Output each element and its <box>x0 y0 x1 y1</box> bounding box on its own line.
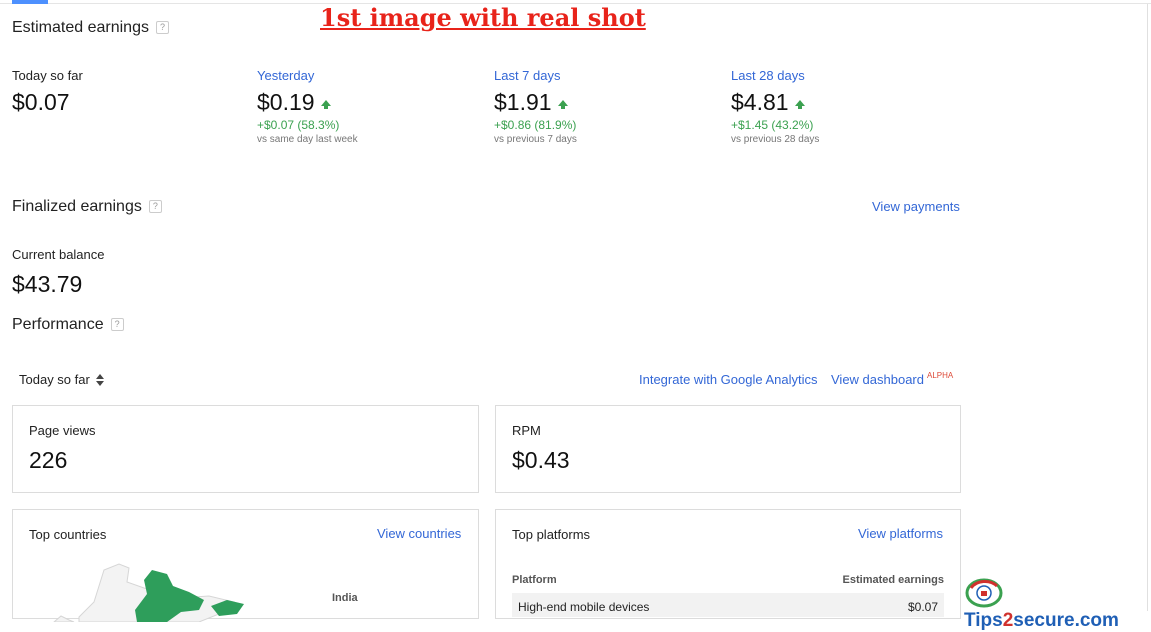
rpm-value: $0.43 <box>512 447 570 473</box>
help-icon[interactable]: ? <box>110 318 124 331</box>
top-countries-title: Top countries <box>29 527 107 542</box>
country-map <box>53 563 244 622</box>
kpi-last7-value-row: $1.91 <box>494 89 577 116</box>
kpi-last28-value-row: $4.81 <box>731 89 819 116</box>
kpi-yesterday: Yesterday $0.19 +$0.07 (58.3%) vs same d… <box>257 68 358 145</box>
current-balance-label: Current balance <box>12 247 105 262</box>
up-arrow-icon <box>557 100 568 109</box>
kpi-last7-delta: +$0.86 (81.9%) <box>494 118 577 132</box>
current-balance-value: $43.79 <box>12 271 83 297</box>
kpi-yesterday-value: $0.19 <box>257 89 315 115</box>
banner-caption: 1st image with real shot <box>320 3 646 32</box>
up-arrow-icon <box>794 100 805 109</box>
watermark-suffix: secure.com <box>1013 610 1119 631</box>
rpm-label: RPM <box>512 423 541 438</box>
view-dashboard-group: View dashboard ALPHA <box>831 369 953 389</box>
estimated-earnings-title: Estimated earnings <box>12 19 149 36</box>
top-platforms-title: Top platforms <box>512 527 591 542</box>
estimated-earnings-heading: Estimated earnings? <box>12 19 169 37</box>
top-platforms-card: Top platforms View platforms Platform Es… <box>495 509 961 619</box>
view-payments-link[interactable]: View payments <box>872 199 960 214</box>
finalized-earnings-heading: Finalized earnings? <box>12 198 162 216</box>
kpi-last7-link[interactable]: Last 7 days <box>494 68 577 83</box>
watermark-text: Tips2secure.com <box>964 610 1119 631</box>
up-arrow-icon <box>320 100 331 109</box>
view-countries-link[interactable]: View countries <box>377 526 461 541</box>
platform-column-header: Platform <box>512 574 557 586</box>
right-border <box>1147 4 1148 611</box>
alpha-badge: ALPHA <box>927 371 954 380</box>
rpm-card: RPM $0.43 <box>495 405 961 493</box>
kpi-last28-compare: vs previous 28 days <box>731 134 820 145</box>
kpi-yesterday-value-row: $0.19 <box>257 89 358 116</box>
integrate-analytics-link[interactable]: Integrate with Google Analytics <box>639 372 818 387</box>
earnings-column-header: Estimated earnings <box>842 574 944 586</box>
platform-earnings-cell: $0.07 <box>907 600 938 614</box>
active-tab-indicator <box>12 0 48 4</box>
date-range-select-label: Today so far <box>19 372 90 387</box>
page-views-value: 226 <box>29 447 68 473</box>
watermark-logo: Tips2secure.com <box>964 576 1151 632</box>
platform-name-cell: High-end mobile devices <box>518 600 650 614</box>
top-countries-card: Top countries View countries India <box>12 509 479 622</box>
kpi-last28-delta: +$1.45 (43.2%) <box>731 118 814 132</box>
help-icon[interactable]: ? <box>148 200 162 213</box>
map-country-label: India <box>332 592 358 604</box>
kpi-yesterday-compare: vs same day last week <box>257 134 358 145</box>
kpi-today-value: $0.07 <box>12 89 70 115</box>
kpi-last28: Last 28 days $4.81 +$1.45 (43.2%) vs pre… <box>731 68 819 145</box>
view-dashboard-link[interactable]: View dashboard <box>831 372 924 387</box>
kpi-yesterday-link[interactable]: Yesterday <box>257 68 358 83</box>
kpi-last7: Last 7 days $1.91 +$0.86 (81.9%) vs prev… <box>494 68 577 145</box>
kpi-last28-value: $4.81 <box>731 89 789 115</box>
date-range-select[interactable]: Today so far <box>19 372 105 387</box>
table-row[interactable]: High-end mobile devices $0.07 <box>512 593 944 617</box>
finalized-earnings-title: Finalized earnings <box>12 198 142 215</box>
shield-logo-icon <box>965 578 1003 608</box>
performance-title: Performance <box>12 316 104 333</box>
page-views-label: Page views <box>29 423 96 438</box>
kpi-today-label: Today so far <box>12 68 83 83</box>
kpi-last28-link[interactable]: Last 28 days <box>731 68 819 83</box>
page-views-card: Page views 226 <box>12 405 479 493</box>
kpi-last7-compare: vs previous 7 days <box>494 134 577 145</box>
kpi-yesterday-delta: +$0.07 (58.3%) <box>257 118 340 132</box>
kpi-last7-value: $1.91 <box>494 89 552 115</box>
view-platforms-link[interactable]: View platforms <box>858 526 943 541</box>
kpi-today: Today so far $0.07 <box>12 68 83 116</box>
watermark-two: 2 <box>1002 610 1014 631</box>
sort-arrows-icon <box>96 374 105 386</box>
help-icon[interactable]: ? <box>155 21 169 34</box>
performance-heading: Performance? <box>12 316 124 334</box>
watermark-prefix: Tips <box>964 610 1003 631</box>
